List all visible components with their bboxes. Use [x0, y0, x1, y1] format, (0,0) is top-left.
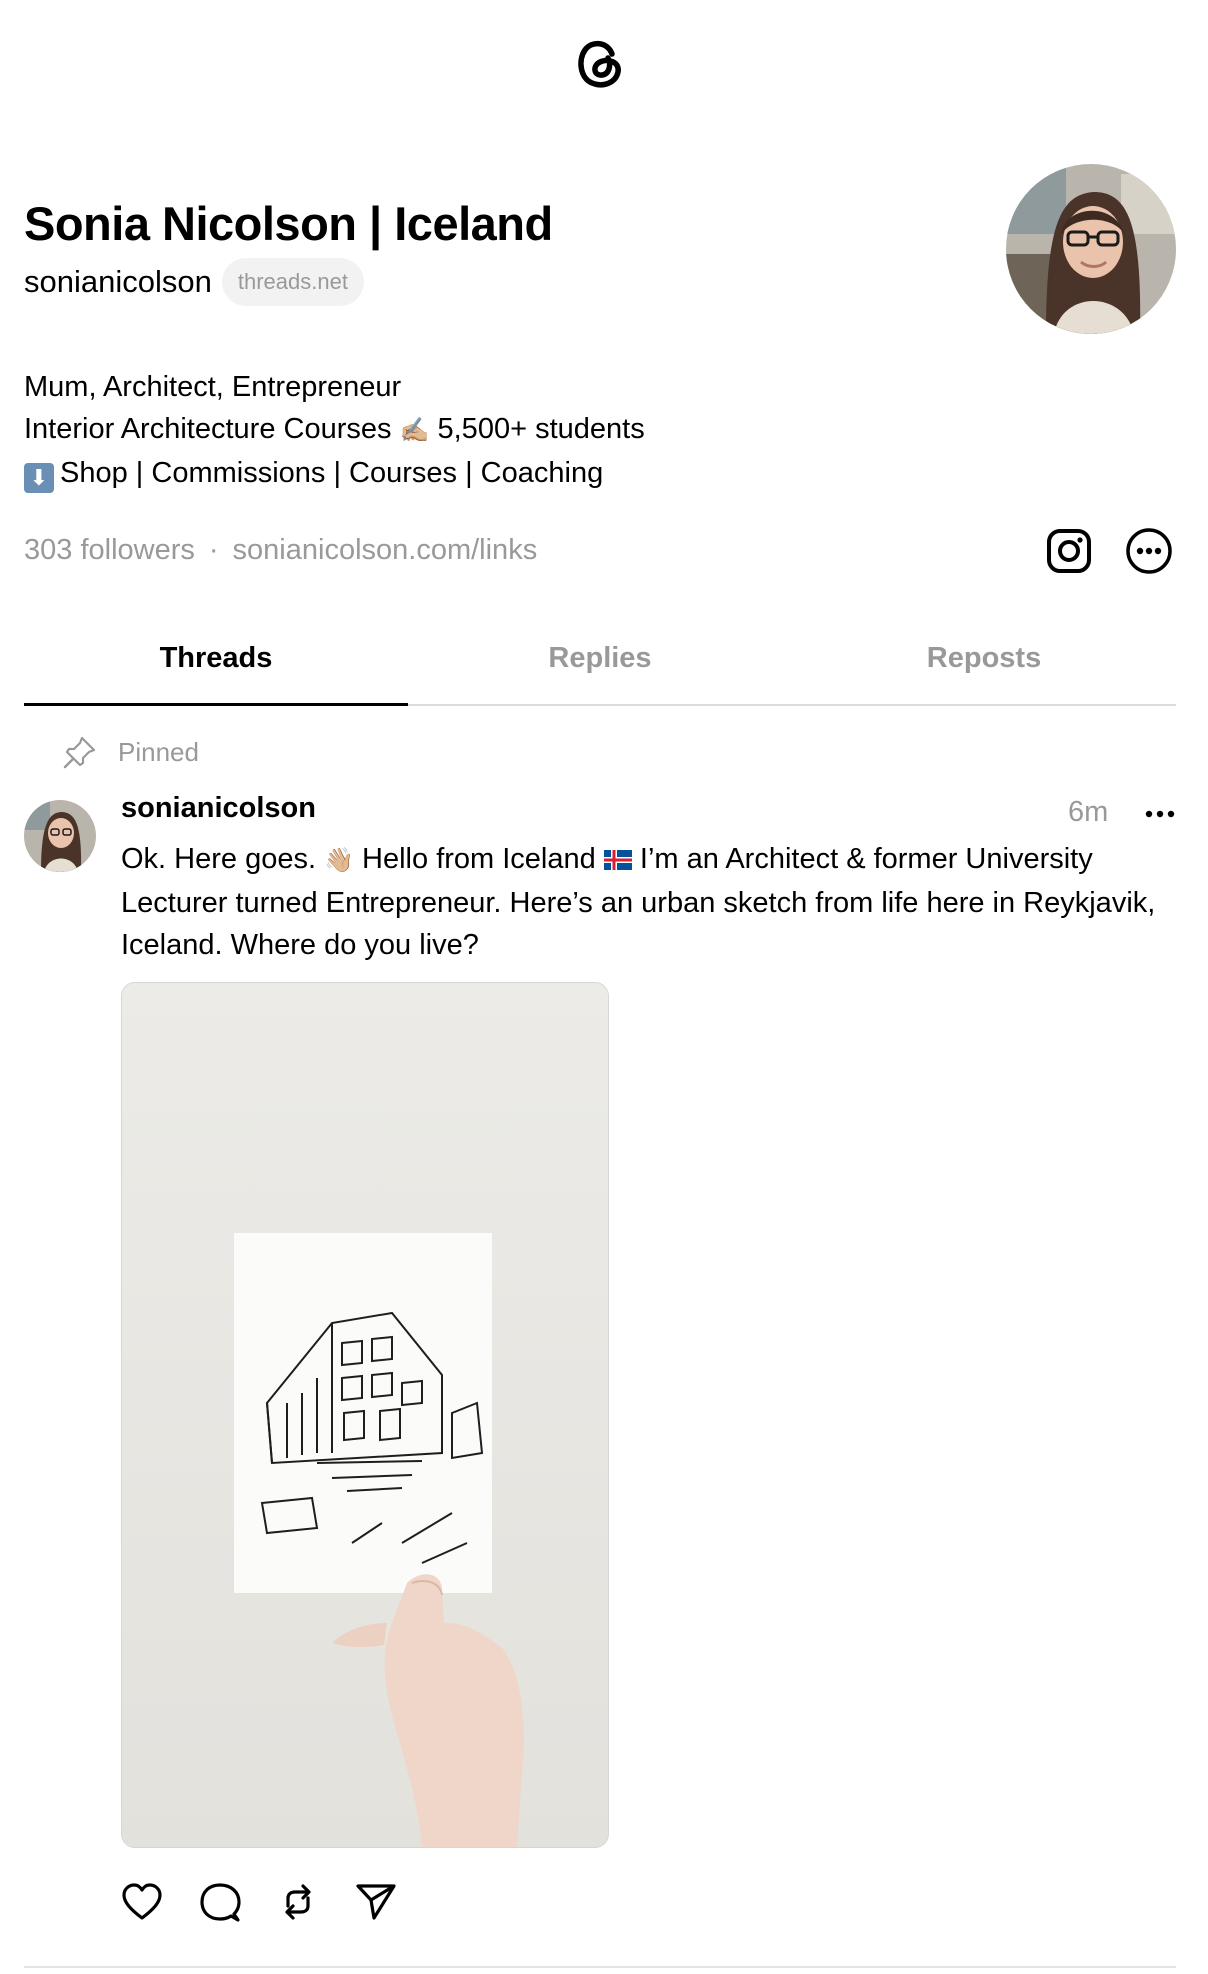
profile-tabs: Threads Replies Reposts	[24, 620, 1176, 706]
post-more-icon[interactable]	[1140, 796, 1180, 832]
tab-threads[interactable]: Threads	[24, 620, 408, 706]
repost-icon[interactable]	[276, 1880, 320, 1924]
post-actions	[120, 1880, 398, 1924]
bio-line-2-suffix: 5,500+ students	[437, 413, 645, 445]
heart-icon[interactable]	[120, 1880, 164, 1924]
send-icon[interactable]	[354, 1880, 398, 1924]
post-text-part-1: Ok. Here goes.	[121, 843, 317, 875]
more-circle-icon[interactable]	[1124, 526, 1174, 576]
bio-line-3-text: Shop | Commissions | Courses | Coaching	[60, 457, 604, 489]
down-arrow-icon: ⬇	[24, 463, 54, 493]
meta-separator: ·	[208, 534, 219, 566]
post-text-part-2: Hello from Iceland	[362, 843, 596, 875]
post-image[interactable]	[121, 982, 609, 1848]
profile-name: Sonia Nicolson | Iceland	[24, 197, 553, 250]
instagram-icon[interactable]	[1044, 526, 1094, 576]
followers-count[interactable]: 303 followers	[24, 534, 195, 567]
tab-replies[interactable]: Replies	[408, 620, 792, 704]
post-time: 6m	[1068, 796, 1109, 828]
bio-line-1: Mum, Architect, Entrepreneur	[24, 371, 402, 403]
comment-icon[interactable]	[198, 1880, 242, 1924]
writing-hand-icon: ✍🏼	[399, 417, 430, 444]
tab-reposts[interactable]: Reposts	[792, 620, 1176, 704]
domain-badge[interactable]: threads.net	[221, 258, 364, 306]
post-username[interactable]: sonianicolson	[121, 792, 316, 825]
bio-line-2-text: Interior Architecture Courses	[24, 413, 392, 445]
profile-meta: 303 followers · sonianicolson.com/links	[24, 534, 537, 567]
threads-logo-icon[interactable]	[568, 30, 632, 94]
post-avatar[interactable]	[24, 800, 96, 872]
waving-hand-icon: 👋🏼	[324, 847, 354, 874]
pin-icon	[63, 736, 96, 769]
profile-link[interactable]: sonianicolson.com/links	[233, 534, 538, 567]
pinned-indicator: Pinned	[62, 734, 199, 770]
profile-avatar[interactable]	[1006, 164, 1176, 334]
profile-bio: Mum, Architect, Entrepreneur Interior Ar…	[24, 366, 645, 494]
pinned-label: Pinned	[118, 736, 199, 767]
profile-handle: sonianicolson	[24, 264, 212, 299]
bio-line-3: ⬇ Shop | Commissions | Courses | Coaching	[24, 452, 645, 494]
bio-line-2: Interior Architecture Courses ✍🏼 5,500+ …	[24, 408, 645, 452]
post-divider	[24, 1966, 1176, 1968]
handle-row: sonianicolson threads.net	[24, 258, 364, 306]
post-text: Ok. Here goes. 👋🏼 Hello from Iceland I’m…	[121, 838, 1181, 966]
iceland-flag-icon	[603, 850, 632, 870]
